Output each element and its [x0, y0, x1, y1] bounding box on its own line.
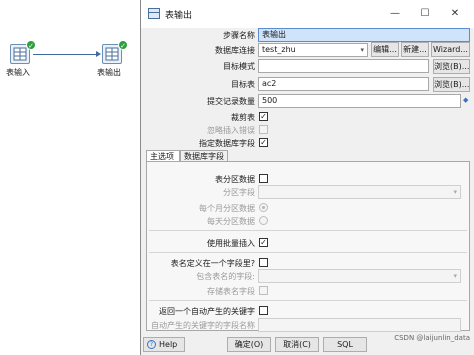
variable-icon[interactable]: ◆ [463, 96, 471, 106]
minimize-icon[interactable]: — [387, 6, 403, 22]
target-table-label: 目标表 [231, 80, 255, 89]
dialog-titlebar[interactable]: 表输出 — ☐ ✕ [141, 0, 474, 28]
partition-daily-radio[interactable] [259, 216, 268, 225]
batch-insert-label: 使用批量插入 [207, 239, 255, 248]
commit-size-input[interactable]: 500 [258, 94, 461, 108]
help-label: Help [159, 340, 178, 349]
dialog-title: 表输出 [165, 11, 193, 21]
ignore-errors-checkbox[interactable] [259, 125, 268, 134]
batch-insert-checkbox[interactable]: ✓ [259, 238, 268, 247]
return-key-label: 返回一个自动产生的关键字 [159, 307, 255, 316]
return-key-checkbox[interactable] [259, 306, 268, 315]
wizard-button[interactable]: Wizard... [431, 42, 470, 57]
table-icon [148, 8, 160, 19]
partition-checkbox[interactable] [259, 174, 268, 183]
specify-fields-label: 指定数据库字段 [199, 139, 255, 148]
connection-value: test_zhu [262, 45, 296, 54]
target-schema-label: 目标模式 [223, 62, 255, 71]
connection-select[interactable]: test_zhu ▾ [258, 43, 368, 57]
edit-connection-button[interactable]: 编辑... [371, 42, 399, 57]
status-ok-icon: ✓ [26, 40, 36, 50]
browse-schema-button[interactable]: 浏览(B)... [433, 59, 470, 74]
truncate-checkbox[interactable]: ✓ [259, 112, 268, 121]
partition-daily-label: 每天分区数据 [207, 217, 255, 226]
connection-label: 数据库连接 [215, 46, 255, 55]
cancel-button[interactable]: 取消(C) [275, 337, 319, 352]
table-output-label: 表输出 [97, 68, 121, 77]
help-icon: ? [147, 340, 156, 349]
step-name-input[interactable]: 表输出 [258, 28, 470, 42]
hop-line[interactable] [33, 54, 99, 55]
table-name-in-field-label: 表名定义在一个字段里? [170, 259, 255, 268]
divider [149, 252, 467, 253]
table-name-in-field-checkbox[interactable] [259, 258, 268, 267]
store-table-name-checkbox[interactable] [259, 286, 268, 295]
ok-button[interactable]: 确定(O) [227, 337, 271, 352]
chevron-down-icon: ▾ [360, 46, 364, 54]
table-output-dialog: 表输出 — ☐ ✕ 步骤名称 表输出 数据库连接 test_zhu ▾ 编辑..… [140, 0, 474, 355]
close-icon[interactable]: ✕ [447, 6, 463, 22]
hop-arrow-icon [96, 51, 101, 57]
table-name-field-label: 包含表名的字段: [196, 272, 255, 281]
chevron-down-icon: ▾ [453, 188, 457, 196]
table-input-label: 表输入 [6, 68, 30, 77]
step-name-label: 步骤名称 [223, 31, 255, 40]
target-schema-input[interactable] [258, 59, 429, 73]
chevron-down-icon: ▾ [453, 272, 457, 280]
browse-table-button[interactable]: 浏览(B)... [433, 77, 470, 92]
partition-monthly-radio[interactable] [259, 203, 268, 212]
key-field-name-input[interactable] [258, 318, 461, 332]
divider [149, 300, 467, 301]
truncate-label: 裁剪表 [231, 113, 255, 122]
sql-button[interactable]: SQL [323, 337, 367, 352]
table-name-field-select[interactable]: ▾ [258, 269, 461, 283]
partition-field-label: 分区字段 [223, 188, 255, 197]
help-button[interactable]: ? Help [143, 337, 185, 352]
commit-size-label: 提交记录数量 [207, 97, 255, 106]
status-ok-icon: ✓ [118, 40, 128, 50]
key-field-name-label: 自动产生的关键字的字段名称 [151, 321, 255, 330]
partition-monthly-label: 每个月分区数据 [199, 204, 255, 213]
table-output-step[interactable]: ✓ [102, 40, 128, 66]
maximize-icon[interactable]: ☐ [417, 6, 433, 22]
partition-label: 表分区数据 [215, 175, 255, 184]
table-input-step[interactable]: ✓ [10, 40, 36, 66]
watermark: CSDN @laijunlin_data [394, 334, 470, 342]
divider [149, 230, 467, 231]
new-connection-button[interactable]: 新建... [401, 42, 429, 57]
specify-fields-checkbox[interactable]: ✓ [259, 138, 268, 147]
partition-field-select[interactable]: ▾ [258, 185, 461, 199]
ignore-errors-label: 忽略插入错误 [207, 126, 255, 135]
store-table-name-label: 存储表名字段 [207, 287, 255, 296]
target-table-input[interactable]: ac2 [258, 77, 429, 91]
transformation-canvas[interactable]: ✓ 表输入 ✓ 表输出 [0, 0, 140, 355]
